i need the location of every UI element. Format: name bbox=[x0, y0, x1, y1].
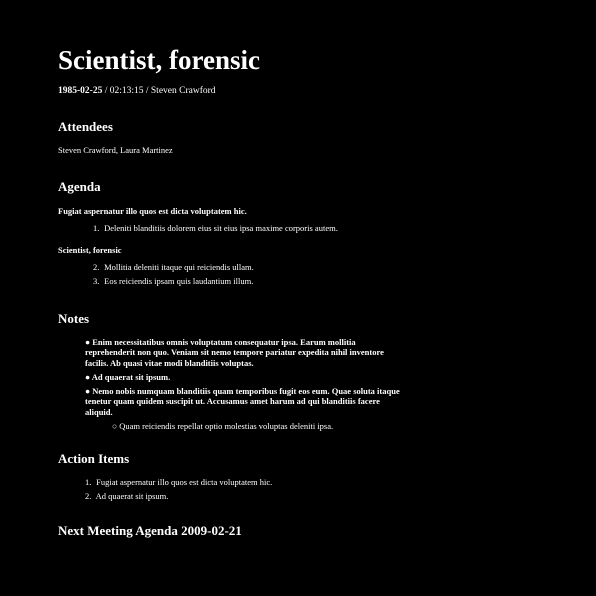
bullet-icon: ● bbox=[85, 385, 91, 396]
meeting-meta: 1985-02-25 / 02:13:15 / Steven Crawford bbox=[58, 85, 538, 97]
item-number: 2. bbox=[93, 261, 100, 272]
action-items-heading: Action Items bbox=[58, 450, 130, 466]
note-text: Ad quaerat sit ipsum. bbox=[91, 371, 171, 382]
action-text: Ad quaerat sit ipsum. bbox=[95, 491, 169, 501]
attendees-section: Attendees Steven Crawford, Laura Martine… bbox=[58, 119, 538, 156]
note-item: ● Nemo nobis numquam blanditiis quam tem… bbox=[85, 386, 405, 432]
agenda-topic: Scientist, forensic bbox=[58, 244, 122, 255]
bullet-icon: ● bbox=[85, 336, 91, 347]
note-item: ● Ad quaerat sit ipsum. bbox=[85, 372, 405, 383]
note-sublist: ○ Quam reiciendis repellat optio molesti… bbox=[85, 421, 405, 432]
item-text: Eos reiciendis ipsam quis laudantium ill… bbox=[104, 276, 254, 286]
action-text: Fugiat aspernatur illo quos est dicta vo… bbox=[96, 476, 273, 487]
attendees-heading: Attendees bbox=[58, 119, 113, 134]
next-meeting-section: Next Meeting Agenda 2009-02-21 bbox=[58, 523, 538, 539]
meeting-time: 02:13:15 bbox=[109, 86, 144, 96]
agenda-item-list: 2. Mollitia deleniti itaque qui reiciend… bbox=[58, 260, 538, 289]
action-item: 2. Ad quaerat sit ipsum. bbox=[85, 489, 538, 504]
action-item: 1. Fugiat aspernatur illo quos est dicta… bbox=[85, 475, 538, 490]
item-text: Mollitia deleniti itaque qui reiciendis … bbox=[104, 261, 254, 272]
attendees-list: Steven Crawford, Laura Martinez bbox=[58, 145, 173, 155]
meeting-date: 1985-02-25 bbox=[58, 86, 103, 96]
agenda-topic: Fugiat aspernatur illo quos est dicta vo… bbox=[58, 206, 247, 216]
agenda-item: 3. Eos reiciendis ipsam quis laudantium … bbox=[93, 274, 538, 289]
agenda-item: 2. Mollitia deleniti itaque qui reiciend… bbox=[93, 260, 538, 275]
action-items-list: 1. Fugiat aspernatur illo quos est dicta… bbox=[58, 475, 538, 504]
action-items-section: Action Items 1. Fugiat aspernatur illo q… bbox=[58, 451, 538, 504]
agenda-item: 1. Deleniti blanditiis dolorem eius sit … bbox=[93, 221, 538, 236]
document-page: Scientist, forensic 1985-02-25 / 02:13:1… bbox=[0, 0, 596, 596]
hollow-bullet-icon: ○ bbox=[112, 421, 118, 431]
item-number: 1. bbox=[85, 476, 92, 487]
note-subitem: ○ Quam reiciendis repellat optio molesti… bbox=[112, 421, 405, 432]
item-number: 1. bbox=[93, 223, 100, 233]
notes-heading: Notes bbox=[58, 310, 90, 326]
note-item: ● Enim necessitatibus omnis voluptatum c… bbox=[85, 337, 405, 369]
item-number: 3. bbox=[93, 276, 100, 286]
agenda-heading: Agenda bbox=[58, 179, 101, 194]
bullet-icon: ● bbox=[85, 371, 91, 382]
agenda-item-list: 1. Deleniti blanditiis dolorem eius sit … bbox=[58, 221, 538, 236]
page-title: Scientist, forensic bbox=[58, 45, 260, 75]
meeting-author: Steven Crawford bbox=[150, 86, 216, 96]
agenda-section: Agenda Fugiat aspernatur illo quos est d… bbox=[58, 179, 538, 289]
note-subtext: Quam reiciendis repellat optio molestias… bbox=[119, 421, 334, 431]
item-number: 2. bbox=[85, 491, 92, 501]
notes-list: ● Enim necessitatibus omnis voluptatum c… bbox=[58, 337, 405, 432]
next-meeting-heading: Next Meeting Agenda 2009-02-21 bbox=[58, 522, 242, 538]
note-text: Enim necessitatibus omnis voluptatum con… bbox=[85, 336, 384, 368]
notes-section: Notes ● Enim necessitatibus omnis volupt… bbox=[58, 311, 538, 432]
item-text: Deleniti blanditiis dolorem eius sit eiu… bbox=[104, 223, 338, 233]
note-text: Nemo nobis numquam blanditiis quam tempo… bbox=[85, 385, 400, 417]
